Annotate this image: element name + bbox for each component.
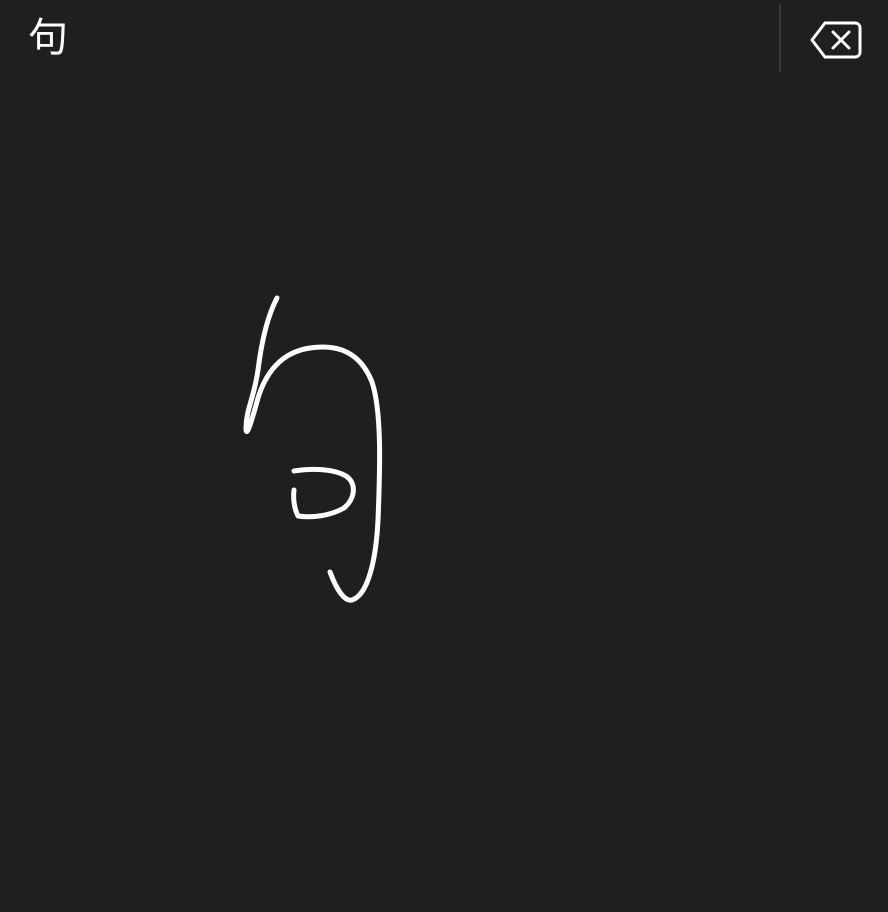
delete-button[interactable] xyxy=(800,12,872,68)
ink-stroke-1 xyxy=(243,295,383,603)
handwriting-pad[interactable]: 句 xyxy=(0,0,888,912)
delete-backward-icon xyxy=(810,21,862,59)
toolbar-divider xyxy=(779,4,781,72)
ink-stroke-2 xyxy=(291,466,356,520)
handwriting-canvas[interactable] xyxy=(0,0,888,912)
candidate-character[interactable]: 句 xyxy=(18,6,78,70)
